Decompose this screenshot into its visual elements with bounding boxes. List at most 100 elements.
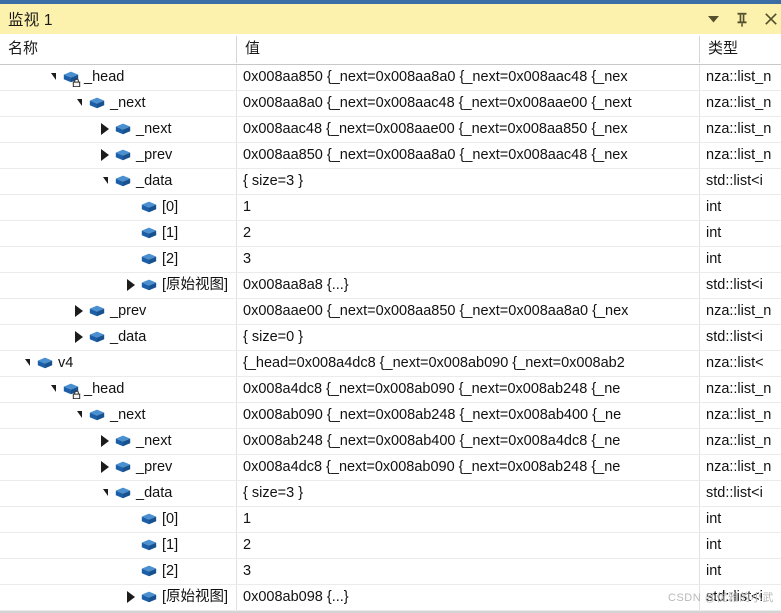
cell-value[interactable]: 3 xyxy=(237,247,699,272)
cell-value[interactable]: 1 xyxy=(237,507,699,532)
table-row[interactable]: _data { size=0 } std::list<i xyxy=(0,325,781,351)
cell-name[interactable]: _prev xyxy=(0,299,236,324)
table-row[interactable]: _next 0x008ab248 {_next=0x008ab400 {_next… xyxy=(0,429,781,455)
cell-type[interactable]: nza::list_n xyxy=(700,117,781,142)
expander-collapse-icon[interactable] xyxy=(72,403,88,428)
cell-value[interactable]: 0x008a4dc8 {_next=0x008ab090 {_next=0x00… xyxy=(237,377,699,402)
cell-type[interactable]: nza::list_n xyxy=(700,455,781,480)
cell-value[interactable]: 2 xyxy=(237,533,699,558)
expander-collapse-icon[interactable] xyxy=(46,65,62,90)
cell-value[interactable]: 2 xyxy=(237,221,699,246)
cell-name[interactable]: [2] xyxy=(0,559,236,584)
expander-collapse-icon[interactable] xyxy=(98,169,114,194)
table-row[interactable]: [2] 3 int xyxy=(0,247,781,273)
cell-type[interactable]: nza::list_n xyxy=(700,65,781,90)
cell-name[interactable]: _data xyxy=(0,325,236,350)
cell-type[interactable]: std::list<i xyxy=(700,169,781,194)
cell-type[interactable]: nza::list_n xyxy=(700,377,781,402)
expander-collapse-icon[interactable] xyxy=(46,377,62,402)
close-icon[interactable] xyxy=(763,8,779,30)
cell-name[interactable]: [原始视图] xyxy=(0,273,236,298)
expander-collapse-icon[interactable] xyxy=(72,91,88,116)
cell-name[interactable]: [1] xyxy=(0,221,236,246)
cell-name[interactable]: _next xyxy=(0,403,236,428)
cell-value[interactable]: { size=3 } xyxy=(237,481,699,506)
table-row[interactable]: _next 0x008aa8a0 {_next=0x008aac48 {_next… xyxy=(0,91,781,117)
cell-value[interactable]: 0x008aa850 {_next=0x008aa8a0 {_next=0x00… xyxy=(237,65,699,90)
table-row[interactable]: _next 0x008ab090 {_next=0x008ab248 {_next… xyxy=(0,403,781,429)
table-row[interactable]: _data { size=3 } std::list<i xyxy=(0,481,781,507)
expander-expand-icon[interactable] xyxy=(98,455,114,480)
expander-expand-icon[interactable] xyxy=(98,117,114,142)
table-row[interactable]: _prev 0x008aa850 {_next=0x008aa8a0 {_next… xyxy=(0,143,781,169)
cell-type[interactable]: nza::list_n xyxy=(700,91,781,116)
cell-value[interactable]: 0x008a4dc8 {_next=0x008ab090 {_next=0x00… xyxy=(237,455,699,480)
cell-name[interactable]: v4 xyxy=(0,351,236,376)
expander-expand-icon[interactable] xyxy=(98,429,114,454)
cell-type[interactable]: nza::list< xyxy=(700,351,781,376)
expander-expand-icon[interactable] xyxy=(72,299,88,324)
table-row[interactable]: _head 0x008a4dc8 {_next=0x008ab090 {_next… xyxy=(0,377,781,403)
table-row[interactable]: v4 {_head=0x008a4dc8 {_next=0x008ab090 {_… xyxy=(0,351,781,377)
cell-value[interactable]: 0x008ab098 {...} xyxy=(237,585,699,610)
cell-name[interactable]: _next xyxy=(0,91,236,116)
watch-variables-grid[interactable]: _head 0x008aa850 {_next=0x008aa8a0 {_next… xyxy=(0,65,781,613)
table-row[interactable]: _prev 0x008a4dc8 {_next=0x008ab090 {_next… xyxy=(0,455,781,481)
cell-name[interactable]: _head xyxy=(0,65,236,90)
cell-value[interactable]: 1 xyxy=(237,195,699,220)
expander-expand-icon[interactable] xyxy=(124,585,140,610)
cell-name[interactable]: _next xyxy=(0,117,236,142)
cell-name[interactable]: [2] xyxy=(0,247,236,272)
cell-type[interactable]: nza::list_n xyxy=(700,403,781,428)
cell-type[interactable]: int xyxy=(700,221,781,246)
cell-value[interactable]: { size=3 } xyxy=(237,169,699,194)
cell-type[interactable]: std::list<i xyxy=(700,585,781,610)
cell-value[interactable]: 0x008ab090 {_next=0x008ab248 {_next=0x00… xyxy=(237,403,699,428)
cell-type[interactable]: int xyxy=(700,247,781,272)
cell-type[interactable]: nza::list_n xyxy=(700,429,781,454)
expander-expand-icon[interactable] xyxy=(124,273,140,298)
cell-value[interactable]: 0x008aac48 {_next=0x008aae00 {_next=0x00… xyxy=(237,117,699,142)
cell-value[interactable]: 0x008ab248 {_next=0x008ab400 {_next=0x00… xyxy=(237,429,699,454)
expander-expand-icon[interactable] xyxy=(72,325,88,350)
expander-collapse-icon[interactable] xyxy=(20,351,36,376)
table-row[interactable]: _prev 0x008aae00 {_next=0x008aa850 {_next… xyxy=(0,299,781,325)
cell-type[interactable]: nza::list_n xyxy=(700,143,781,168)
pin-icon[interactable] xyxy=(734,8,750,30)
table-row[interactable]: [原始视图] 0x008ab098 {...} std::list<i xyxy=(0,585,781,611)
cell-value[interactable]: { size=0 } xyxy=(237,325,699,350)
cell-name[interactable]: [0] xyxy=(0,195,236,220)
cell-name[interactable]: [原始视图] xyxy=(0,585,236,610)
table-row[interactable]: [0] 1 int xyxy=(0,507,781,533)
cell-name[interactable]: _data xyxy=(0,481,236,506)
cell-name[interactable]: _prev xyxy=(0,455,236,480)
cell-name[interactable]: [1] xyxy=(0,533,236,558)
table-row[interactable]: [1] 2 int xyxy=(0,221,781,247)
cell-type[interactable]: std::list<i xyxy=(700,481,781,506)
table-row[interactable]: [原始视图] 0x008aa8a8 {...} std::list<i xyxy=(0,273,781,299)
table-row[interactable]: [0] 1 int xyxy=(0,195,781,221)
cell-name[interactable]: [0] xyxy=(0,507,236,532)
cell-name[interactable]: _head xyxy=(0,377,236,402)
cell-type[interactable]: std::list<i xyxy=(700,325,781,350)
expander-expand-icon[interactable] xyxy=(98,143,114,168)
cell-value[interactable]: 0x008aa8a0 {_next=0x008aac48 {_next=0x00… xyxy=(237,91,699,116)
column-header-name[interactable]: 名称 xyxy=(0,34,236,64)
cell-type[interactable]: int xyxy=(700,559,781,584)
cell-type[interactable]: int xyxy=(700,195,781,220)
chevron-down-icon[interactable] xyxy=(705,8,721,30)
cell-type[interactable]: std::list<i xyxy=(700,273,781,298)
table-row[interactable]: _data { size=3 } std::list<i xyxy=(0,169,781,195)
expander-collapse-icon[interactable] xyxy=(98,481,114,506)
cell-type[interactable]: nza::list_n xyxy=(700,299,781,324)
cell-type[interactable]: int xyxy=(700,533,781,558)
table-row[interactable]: [2] 3 int xyxy=(0,559,781,585)
table-row[interactable]: [1] 2 int xyxy=(0,533,781,559)
cell-value[interactable]: 0x008aa850 {_next=0x008aa8a0 {_next=0x00… xyxy=(237,143,699,168)
cell-name[interactable]: _data xyxy=(0,169,236,194)
table-row[interactable]: _next 0x008aac48 {_next=0x008aae00 {_next… xyxy=(0,117,781,143)
cell-name[interactable]: _next xyxy=(0,429,236,454)
cell-type[interactable]: int xyxy=(700,507,781,532)
column-header-value[interactable]: 值 xyxy=(237,34,699,64)
cell-value[interactable]: 0x008aa8a8 {...} xyxy=(237,273,699,298)
